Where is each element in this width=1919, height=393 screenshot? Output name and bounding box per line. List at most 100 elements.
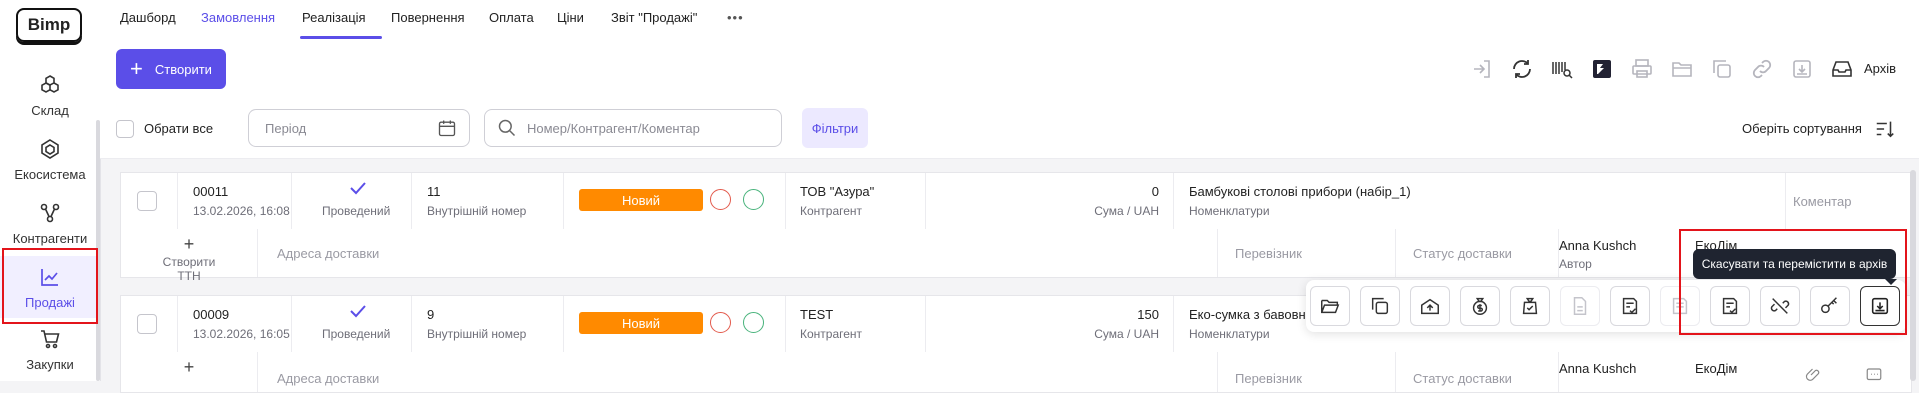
status-circle-green[interactable] [743, 312, 764, 333]
order-date: 13.02.2026, 16:05 [193, 327, 290, 341]
status-circle-green[interactable] [743, 189, 764, 210]
copy-button[interactable] [1360, 286, 1400, 326]
create-ttn-label: Створити ТТН [162, 255, 216, 283]
more-tabs-button[interactable]: ••• [727, 10, 744, 25]
comment-icon[interactable] [1865, 366, 1883, 384]
status-badge[interactable]: Новий [579, 312, 703, 334]
sidebar-item-warehouse[interactable]: Склад [0, 64, 100, 126]
delivery-address-field[interactable]: Адреса доставки [277, 371, 379, 386]
archive-inbox-icon[interactable] [1830, 57, 1854, 81]
bag-check-icon [1522, 297, 1538, 315]
counterparty-label: Контрагент [800, 327, 863, 341]
barcode-scan-icon[interactable] [1550, 57, 1574, 81]
internal-number: 9 [427, 307, 435, 322]
delivery-status-field[interactable]: Статус доставки [1413, 246, 1512, 261]
order-number[interactable]: 00009 [193, 307, 229, 322]
copy-icon[interactable] [1710, 57, 1734, 81]
select-all-checkbox[interactable] [116, 120, 134, 138]
carrier-field[interactable]: Перевізник [1235, 246, 1302, 261]
order-date: 13.02.2026, 16:08 [193, 204, 290, 218]
order-number[interactable]: 00011 [193, 184, 228, 199]
refresh-icon[interactable] [1510, 57, 1534, 81]
payment-button[interactable] [1460, 286, 1500, 326]
import-icon[interactable] [1470, 57, 1494, 81]
search-placeholder: Номер/Контрагент/Коментар [527, 120, 700, 136]
counterparty-name[interactable]: TEST [800, 307, 833, 322]
carrier-field[interactable]: Перевізник [1235, 371, 1302, 386]
sidebar-item-counterparties[interactable]: Контрагенти [0, 192, 100, 254]
checkmark-icon [350, 305, 366, 318]
order-sum: 0 [1151, 184, 1159, 199]
order-delivery-row: + Адреса доставки Перевізник Статус дост… [120, 352, 1912, 393]
tab-sales-report[interactable]: Звіт "Продажі" [611, 10, 697, 25]
counterparty-name[interactable]: ТОВ "Азура" [800, 184, 874, 199]
warehouse-icon [41, 74, 59, 93]
invoice-button[interactable] [1610, 286, 1650, 326]
item-name[interactable]: Бамбукові столові прибори (набір_1) [1189, 184, 1411, 199]
status-badge[interactable]: Новий [579, 189, 703, 211]
app-logo-icon[interactable] [1590, 57, 1614, 81]
sort-select[interactable]: Оберіть сортування [1742, 121, 1862, 136]
sum-label: Сума / UAH [1094, 204, 1159, 218]
delivery-address-field[interactable]: Адреса доставки [277, 246, 379, 261]
create-button[interactable]: + Створити [116, 49, 226, 89]
item-name[interactable]: Еко-сумка з бавовни [1189, 307, 1313, 322]
posted-state: Проведений [322, 204, 391, 218]
attachment-icon[interactable] [1805, 366, 1823, 384]
highlight-box-sales [2, 248, 98, 324]
cart-icon [41, 329, 60, 348]
invoice-check-icon [1622, 297, 1638, 315]
create-ttn-button[interactable]: + Створити ТТН [151, 235, 227, 283]
company-name: ЕкоДім [1695, 361, 1738, 376]
status-circle-red[interactable] [710, 189, 731, 210]
sidebar-item-ecosystem[interactable]: Екосистема [0, 128, 100, 190]
warehouse-move-button[interactable] [1410, 286, 1450, 326]
sidebar-item-purchases[interactable]: Закупки [0, 318, 100, 380]
author-label: Автор [1559, 257, 1592, 271]
tab-prices[interactable]: Ціни [557, 10, 584, 25]
print-icon[interactable] [1630, 57, 1654, 81]
sidebar-item-label: Екосистема [14, 166, 86, 182]
archive-download-icon[interactable] [1790, 57, 1814, 81]
delivery-status-field[interactable]: Статус доставки [1413, 371, 1512, 386]
tab-dashboard[interactable]: Дашборд [120, 10, 176, 25]
sort-icon[interactable] [1874, 118, 1896, 140]
counterparty-label: Контрагент [800, 204, 863, 218]
row-checkbox[interactable] [137, 191, 157, 211]
check-bag-button[interactable] [1510, 286, 1550, 326]
archive-label[interactable]: Архів [1864, 61, 1896, 76]
comment-field[interactable]: Коментар [1793, 194, 1851, 209]
ecosystem-icon [41, 138, 59, 159]
warehouse-upload-icon [1421, 298, 1439, 315]
search-icon [498, 119, 516, 137]
order-delivery-row: + Створити ТТН Адреса доставки Перевізни… [120, 229, 1912, 283]
folder-icon[interactable] [1670, 57, 1694, 81]
filter-bar: Обрати все Період Номер/Контрагент/Комен… [100, 100, 1919, 159]
tab-payment[interactable]: Оплата [489, 10, 534, 25]
calendar-icon[interactable] [437, 118, 457, 138]
sidebar-item-label: Закупки [26, 356, 74, 372]
row-checkbox[interactable] [137, 314, 157, 334]
period-field[interactable]: Період [248, 109, 470, 147]
tab-orders[interactable]: Замовлення [201, 10, 275, 25]
status-circle-red[interactable] [710, 312, 731, 333]
money-bag-icon [1472, 297, 1488, 315]
tab-returns[interactable]: Повернення [391, 10, 465, 25]
plus-icon: + [183, 234, 195, 254]
open-folder-button[interactable] [1310, 286, 1350, 326]
filters-button[interactable]: Фільтри [802, 108, 868, 148]
checkmark-icon [350, 182, 366, 195]
create-ttn-button[interactable]: + [151, 358, 227, 376]
counterparties-icon [40, 203, 60, 222]
document-icon [1573, 297, 1587, 315]
document-disabled-button[interactable] [1560, 286, 1600, 326]
link-icon[interactable] [1750, 57, 1774, 81]
order-row[interactable]: 00011 13.02.2026, 16:08 Проведений 11 Вн… [120, 172, 1912, 230]
bimp-logo[interactable]: Bimp [16, 8, 82, 42]
sum-label: Сума / UAH [1094, 327, 1159, 341]
content-scrollbar[interactable] [1910, 170, 1916, 381]
search-input[interactable]: Номер/Контрагент/Коментар [484, 109, 782, 147]
author-name: Anna Kushch [1559, 238, 1637, 253]
plus-icon: + [183, 357, 195, 377]
tab-realization[interactable]: Реалізація [302, 10, 366, 25]
